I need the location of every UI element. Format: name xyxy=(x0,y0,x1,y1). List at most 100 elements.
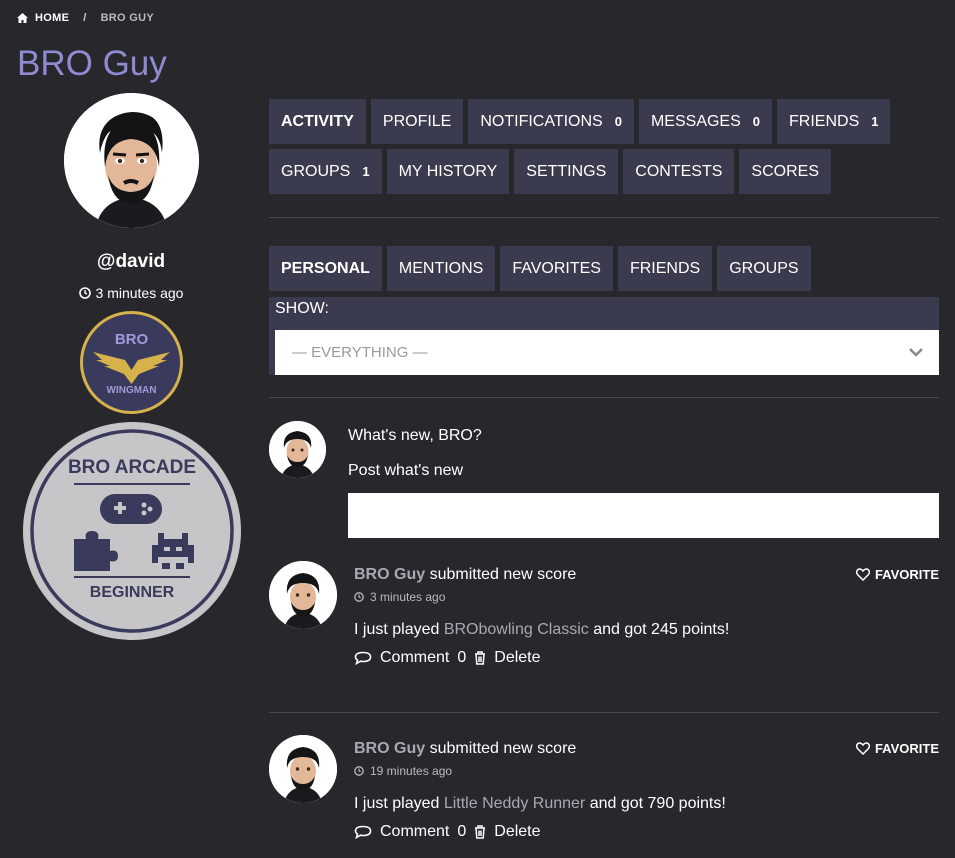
delete-label: Delete xyxy=(494,649,541,666)
activity-time[interactable]: 3 minutes ago xyxy=(354,590,445,604)
filter-select[interactable]: — EVERYTHING — xyxy=(275,330,939,375)
tab-activity[interactable]: ACTIVITY xyxy=(269,99,366,144)
activity-avatar[interactable] xyxy=(269,561,337,629)
activity-text-after: and got 790 points! xyxy=(585,795,726,812)
arcade-badge-top: BRO ARCADE xyxy=(68,457,196,478)
delete-button[interactable]: Delete xyxy=(474,649,541,667)
post-input[interactable] xyxy=(348,493,939,538)
home-icon xyxy=(17,13,28,23)
badge-arcade-beginner[interactable]: BRO ARCADE BEGINNER xyxy=(22,421,242,641)
badge-wingman[interactable]: BRO WINGMAN xyxy=(77,308,186,417)
comment-count: 0 xyxy=(457,823,467,840)
wingman-badge-bottom: WINGMAN xyxy=(107,385,157,396)
wingman-badge-top: BRO xyxy=(115,331,149,348)
profile-nav-row-1: ACTIVITY PROFILE NOTIFICATIONS 0 MESSAGES… xyxy=(269,99,891,144)
notifications-count: 0 xyxy=(614,114,622,129)
activity-user-link[interactable]: BRO Guy xyxy=(354,740,425,757)
activity-title: BRO Guy submitted new score xyxy=(354,566,576,584)
tab-my-history[interactable]: MY HISTORY xyxy=(386,149,510,194)
heart-icon xyxy=(855,568,870,581)
subtab-groups[interactable]: GROUPS xyxy=(717,246,811,291)
activity-action: submitted new score xyxy=(425,566,577,583)
delete-label: Delete xyxy=(494,823,541,840)
subtab-groups-label: GROUPS xyxy=(729,259,799,277)
subtab-favorites[interactable]: FAVORITES xyxy=(500,246,613,291)
tab-messages[interactable]: MESSAGES 0 xyxy=(638,99,773,144)
comment-icon xyxy=(354,825,372,839)
activity-time-text: 19 minutes ago xyxy=(370,764,453,778)
activity-subnav: PERSONAL MENTIONS FAVORITES FRIENDS GROU… xyxy=(269,246,811,291)
breadcrumb: HOME / BRO GUY xyxy=(17,12,154,24)
delete-button[interactable]: Delete xyxy=(474,823,541,841)
subtab-friends[interactable]: FRIENDS xyxy=(617,246,713,291)
profile-last-active: 3 minutes ago xyxy=(0,285,262,301)
tab-friends[interactable]: FRIENDS 1 xyxy=(777,99,891,144)
tab-settings-label: SETTINGS xyxy=(526,162,607,180)
profile-username: @david xyxy=(96,251,166,272)
avatar-image xyxy=(269,735,337,803)
breadcrumb-current: BRO GUY xyxy=(100,12,154,24)
profile-avatar[interactable] xyxy=(64,93,199,228)
activity-actions: Comment 0 Delete xyxy=(354,823,541,841)
tab-notifications[interactable]: NOTIFICATIONS 0 xyxy=(468,99,634,144)
tab-settings[interactable]: SETTINGS xyxy=(514,149,619,194)
filter-label: SHOW: xyxy=(275,300,329,317)
tab-groups[interactable]: GROUPS 1 xyxy=(269,149,382,194)
activity-user-link[interactable]: BRO Guy xyxy=(354,566,425,583)
clock-icon xyxy=(354,766,364,776)
tab-groups-label: GROUPS xyxy=(281,162,351,180)
trash-icon xyxy=(475,651,486,665)
tab-contests[interactable]: CONTESTS xyxy=(623,149,735,194)
trash-icon xyxy=(475,825,486,839)
comment-count: 0 xyxy=(457,649,467,666)
activity-time[interactable]: 19 minutes ago xyxy=(354,764,452,778)
subtab-mentions-label: MENTIONS xyxy=(398,259,484,277)
arcade-badge-bottom: BEGINNER xyxy=(90,584,175,601)
game-link[interactable]: BRObowling Classic xyxy=(444,621,589,638)
post-form-prompt: What's new, BRO? xyxy=(348,427,482,444)
favorite-button[interactable]: FAVORITE xyxy=(855,567,939,582)
game-link[interactable]: Little Neddy Runner xyxy=(444,795,585,812)
clock-icon xyxy=(354,592,364,602)
filter-selected-value: — EVERYTHING — xyxy=(292,344,428,361)
favorite-button[interactable]: FAVORITE xyxy=(855,741,939,756)
tab-profile[interactable]: PROFILE xyxy=(370,99,464,144)
subtab-personal[interactable]: PERSONAL xyxy=(269,246,382,291)
activity-filter: SHOW: — EVERYTHING — xyxy=(269,297,939,375)
divider xyxy=(269,712,939,713)
activity-title: BRO Guy submitted new score xyxy=(354,740,576,758)
subtab-favorites-label: FAVORITES xyxy=(512,259,601,277)
activity-text-before: I just played xyxy=(354,795,444,812)
subtab-personal-label: PERSONAL xyxy=(281,259,370,277)
breadcrumb-separator: / xyxy=(83,12,87,24)
tab-my-history-label: MY HISTORY xyxy=(398,162,498,180)
activity-action: submitted new score xyxy=(425,740,577,757)
post-form-label: Post what's new xyxy=(348,462,464,479)
activity-time-text: 3 minutes ago xyxy=(370,590,446,604)
activity-avatar[interactable] xyxy=(269,735,337,803)
wingman-badge-icon: BRO WINGMAN xyxy=(78,309,185,416)
comment-button[interactable]: Comment 0 xyxy=(354,649,466,667)
post-form-avatar[interactable] xyxy=(269,421,326,478)
avatar-image xyxy=(269,561,337,629)
tab-scores-label: SCORES xyxy=(751,162,819,180)
activity-text-after: and got 245 points! xyxy=(588,621,730,638)
favorite-label: FAVORITE xyxy=(874,741,939,756)
activity-text-before: I just played xyxy=(354,621,444,638)
comment-label: Comment xyxy=(380,823,450,840)
activity-actions: Comment 0 Delete xyxy=(354,649,541,667)
page-title: BRO Guy xyxy=(17,44,167,83)
subtab-friends-label: FRIENDS xyxy=(629,259,701,277)
breadcrumb-home-link[interactable]: HOME xyxy=(35,12,69,24)
tab-scores[interactable]: SCORES xyxy=(739,149,831,194)
tab-messages-label: MESSAGES xyxy=(650,112,741,130)
comment-button[interactable]: Comment 0 xyxy=(354,823,466,841)
activity-content: I just played BRObowling Classic and got… xyxy=(354,621,729,639)
avatar-image xyxy=(269,421,326,478)
subtab-mentions[interactable]: MENTIONS xyxy=(386,246,496,291)
friends-count: 1 xyxy=(871,114,879,129)
groups-count: 1 xyxy=(362,164,370,179)
profile-nav-row-2: GROUPS 1 MY HISTORY SETTINGS CONTESTS SCO… xyxy=(269,149,831,194)
tab-notifications-label: NOTIFICATIONS xyxy=(480,112,603,130)
avatar-image xyxy=(64,93,199,228)
